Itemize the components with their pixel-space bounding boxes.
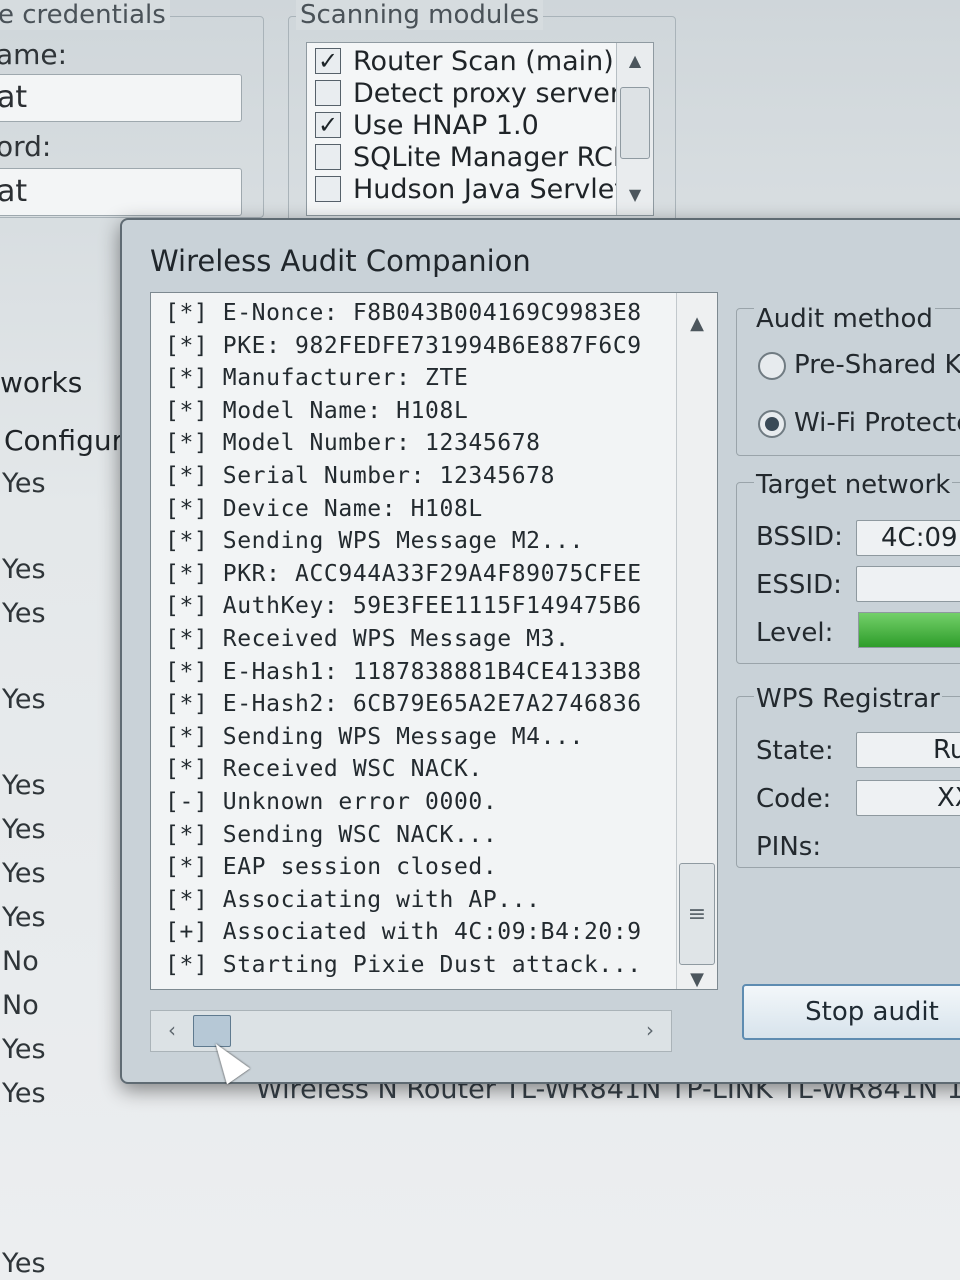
log-line: [*] Manufacturer: ZTE	[165, 365, 469, 392]
log-line: [*] AuthKey: 59E3FEE1115F149475B6	[165, 593, 642, 620]
scroll-thumb[interactable]: ≡	[679, 863, 715, 965]
table-cell: Yes	[2, 684, 46, 715]
table-cell: Yes	[2, 554, 46, 585]
networks-tab[interactable]: works	[0, 366, 82, 399]
option-pre-shared-key-label[interactable]: Pre-Shared Ke	[794, 350, 960, 380]
table-cell: Yes	[2, 1078, 46, 1109]
state-label: State:	[756, 736, 834, 766]
table-cell: Yes	[2, 468, 46, 499]
log-line: [*] Sending WSC NACK...	[165, 821, 498, 848]
scroll-down-arrow-icon[interactable]: ▼	[617, 185, 653, 204]
checkbox-icon[interactable]	[315, 144, 341, 170]
scroll-right-arrow-icon[interactable]: ›	[633, 1015, 667, 1045]
scroll-thumb[interactable]	[620, 87, 650, 159]
username-input[interactable]: at	[0, 74, 242, 122]
module-item[interactable]: Detect proxy servers	[315, 77, 635, 109]
log-line: [*] PKR: ACC944A33F29A4F89075CFEE	[165, 560, 642, 587]
username-label: ame:	[0, 38, 68, 71]
bssid-field[interactable]: 4C:09:	[856, 520, 960, 556]
wireless-audit-dialog: Wireless Audit Companion [*] E-Nonce: F8…	[120, 218, 960, 1084]
table-cell: Yes	[2, 902, 46, 933]
module-item[interactable]: SQLite Manager RCE	[315, 141, 630, 173]
log-line: [+] Associated with 4C:09:B4:20:9	[165, 919, 642, 946]
log-line: [*] EAP session closed.	[165, 854, 498, 881]
log-line: [*] Model Number: 12345678	[165, 430, 541, 457]
log-line: [*] Serial Number: 12345678	[165, 462, 556, 489]
stop-audit-button[interactable]: Stop audit	[742, 984, 960, 1040]
log-line: [*] Received WPS Message M3.	[165, 625, 570, 652]
checkbox-icon[interactable]	[315, 176, 341, 202]
option-wifi-protected-setup-label[interactable]: Wi-Fi Protecte	[794, 408, 960, 438]
scroll-down-arrow-icon[interactable]: ▼	[677, 969, 717, 989]
scroll-up-arrow-icon[interactable]: ▲	[677, 313, 717, 334]
log-line: [*] Sending WPS Message M4...	[165, 723, 584, 750]
log-line: [-] Unknown error 0000.	[165, 788, 498, 815]
module-label: Router Scan (main)	[353, 45, 614, 77]
log-line: [*] E-Hash2: 6CB79E65A2E7A2746836	[165, 691, 642, 718]
signal-level-bar	[858, 612, 960, 648]
checkbox-checked-icon[interactable]: ✓	[315, 112, 341, 138]
log-line: [*] Received WSC NACK.	[165, 756, 483, 783]
module-label: Hudson Java Servlet	[353, 173, 625, 205]
password-label: ord:	[0, 130, 52, 163]
state-field: Ru	[856, 732, 960, 768]
module-item[interactable]: ✓ Use HNAP 1.0	[315, 109, 539, 141]
table-cell: Yes	[2, 770, 46, 801]
log-line: [*] Device Name: H108L	[165, 495, 483, 522]
essid-label: ESSID:	[756, 570, 842, 600]
radio-wifi-protected-setup[interactable]	[758, 410, 786, 438]
scanning-modules-legend: Scanning modules	[296, 0, 544, 30]
module-label: Use HNAP 1.0	[353, 109, 539, 141]
dialog-title: Wireless Audit Companion	[150, 244, 531, 278]
table-cell: Yes	[2, 1248, 46, 1279]
log-lines: [*] E-Nonce: F8B043B004169C9983E8 [*] PKE…	[165, 297, 675, 987]
bssid-label: BSSID:	[756, 522, 843, 552]
table-cell: Yes	[2, 1034, 46, 1065]
checkbox-checked-icon[interactable]: ✓	[315, 48, 341, 74]
wps-registrar-legend: WPS Registrar	[754, 684, 942, 714]
essid-field[interactable]	[856, 566, 960, 602]
table-cell: No	[2, 990, 39, 1021]
level-label: Level:	[756, 618, 834, 648]
credentials-legend: e credentials	[0, 0, 170, 30]
scanning-modules-list[interactable]: ✓ Router Scan (main) Detect proxy server…	[306, 42, 654, 216]
module-item[interactable]: ✓ Router Scan (main)	[315, 45, 614, 77]
modules-scrollbar[interactable]: ▲ ▼	[616, 43, 653, 215]
target-network-legend: Target network	[754, 470, 953, 500]
table-cell: Yes	[2, 814, 46, 845]
module-label: SQLite Manager RCE	[353, 141, 630, 173]
log-line: [*] E-Nonce: F8B043B004169C9983E8	[165, 300, 642, 326]
log-line: [*] PKE: 982FEDFE731994B6E887F6C9	[165, 332, 642, 359]
log-line: [*] Sending WPS Message M2...	[165, 528, 584, 555]
radio-pre-shared-key[interactable]	[758, 352, 786, 380]
password-input[interactable]: at	[0, 168, 242, 216]
log-vertical-scrollbar[interactable]: ▲ ≡ ▼	[676, 293, 717, 989]
table-cell: Yes	[2, 598, 46, 629]
code-field: XX	[856, 780, 960, 816]
scroll-left-arrow-icon[interactable]: ‹	[155, 1015, 189, 1045]
audit-method-legend: Audit method	[754, 304, 935, 334]
module-label: Detect proxy servers	[353, 77, 636, 109]
table-cell: Yes	[2, 858, 46, 889]
log-console[interactable]: [*] E-Nonce: F8B043B004169C9983E8 [*] PKE…	[150, 292, 718, 990]
code-label: Code:	[756, 784, 832, 814]
table-cell: No	[2, 946, 39, 977]
log-line: [*] Starting Pixie Dust attack...	[165, 951, 642, 978]
pins-label: PINs:	[756, 832, 822, 862]
log-line: [*] E-Hash1: 1187838881B4CE4133B8	[165, 658, 642, 685]
checkbox-icon[interactable]	[315, 80, 341, 106]
log-line: [*] Model Name: H108L	[165, 397, 469, 424]
signal-level-fill	[859, 613, 960, 647]
log-line: [*] Associating with AP...	[165, 886, 541, 913]
scroll-up-arrow-icon[interactable]: ▲	[617, 51, 653, 70]
module-item[interactable]: Hudson Java Servlet	[315, 173, 625, 205]
